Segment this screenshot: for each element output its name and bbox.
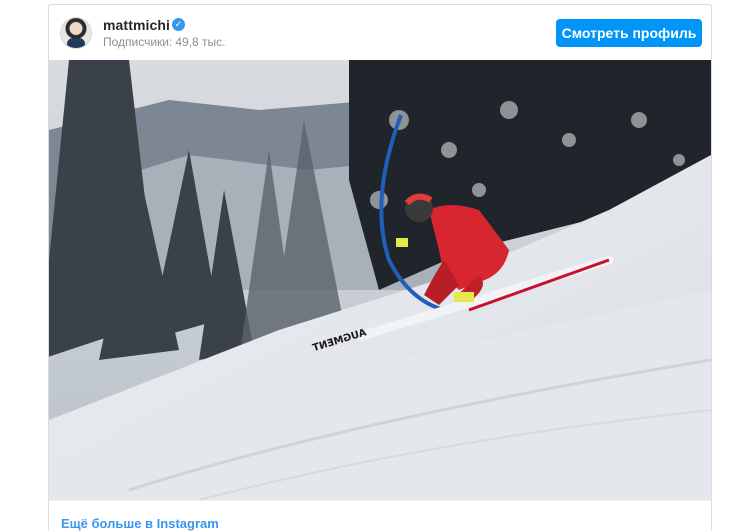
instagram-embed: mattmichi ✓ Подписчики: 49,8 тыс. Смотрет… [48,4,712,531]
followers-count: 49,8 тыс. [175,35,226,49]
followers-info: Подписчики: 49,8 тыс. [103,35,226,49]
verified-badge-icon: ✓ [172,18,185,31]
post-photo[interactable]: AUGMENT [49,60,711,500]
embed-header: mattmichi ✓ Подписчики: 49,8 тыс. Смотрет… [49,5,711,60]
embed-footer: Ещё больше в Instagram [49,500,711,531]
username[interactable]: mattmichi [103,17,170,33]
followers-label: Подписчики: [103,35,173,49]
more-on-instagram-link[interactable]: Ещё больше в Instagram [61,516,219,531]
avatar[interactable] [60,17,92,49]
view-profile-button[interactable]: Смотреть профиль [556,19,702,47]
ski-photo-image: AUGMENT [49,60,711,500]
